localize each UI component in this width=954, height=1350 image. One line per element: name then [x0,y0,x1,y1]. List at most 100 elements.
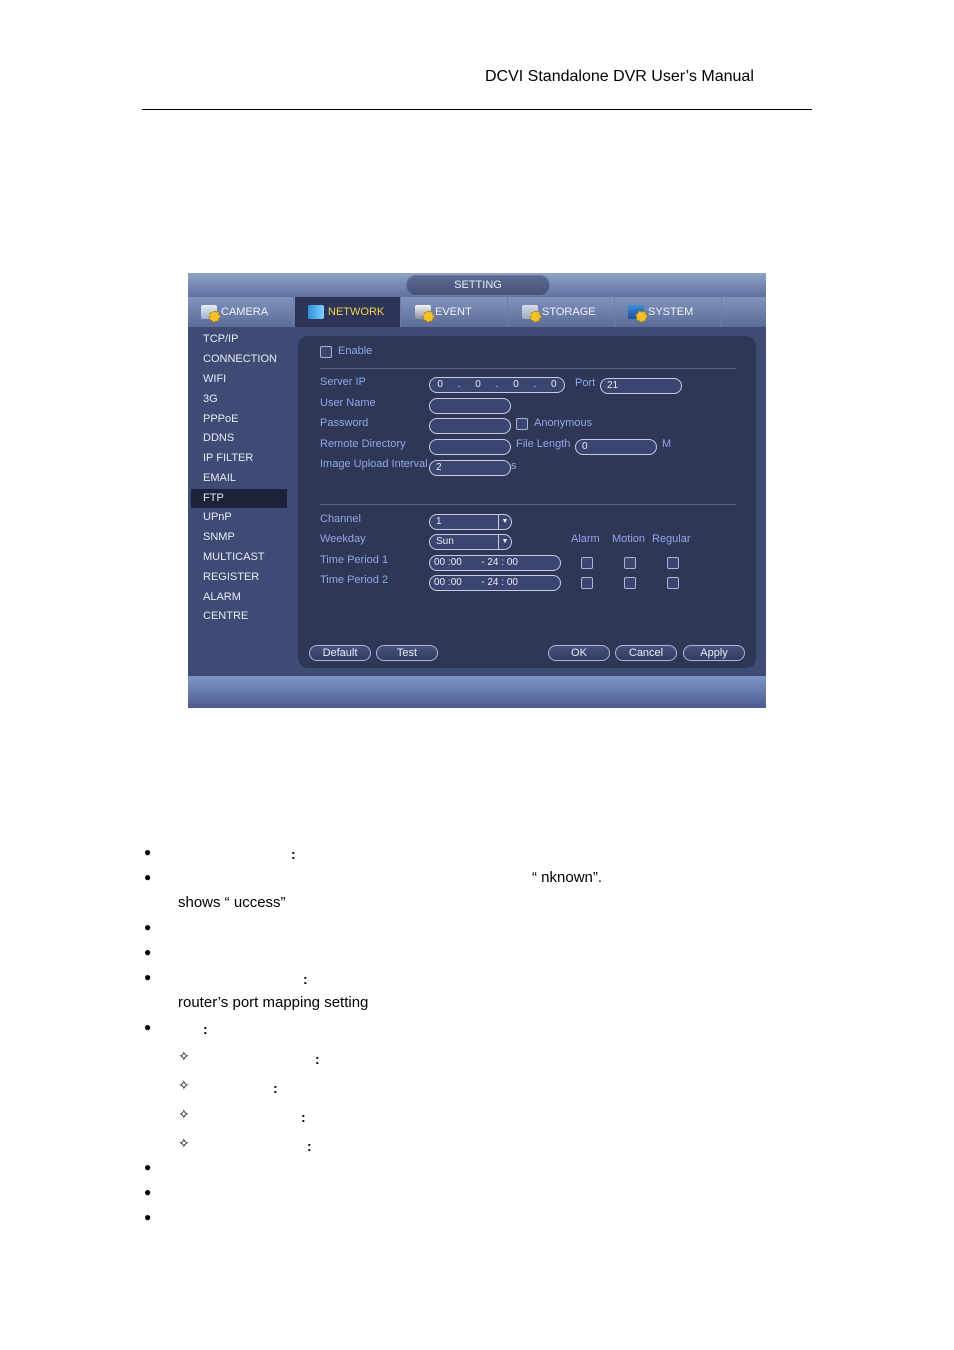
tab-system[interactable]: SYSTEM [616,297,722,327]
password-input[interactable] [429,418,511,434]
motion-column-header: Motion [612,533,646,545]
port-input[interactable]: 21 [600,378,682,394]
sidebar-item-tcpip[interactable]: TCP/IP [191,330,287,349]
weekday-label: Weekday [320,533,366,545]
remote-directory-input[interactable] [429,439,511,455]
server-ip-label: Server IP [320,376,366,388]
sub-bullet: ✧ [178,1048,190,1064]
chevron-down-icon: ▼ [498,515,511,529]
sidebar-item-ddns[interactable]: DDNS [191,429,287,448]
file-length-unit: M [662,438,672,450]
file-length-label: File Length [516,438,571,450]
bullet: ● [144,1210,152,1224]
sidebar-item-multicast[interactable]: MULTICAST [191,548,287,567]
user-name-label: User Name [320,397,376,409]
time-period-1-label: Time Period 1 [320,554,389,566]
anonymous-label: Anonymous [534,417,593,429]
time-period-1-input[interactable]: 00 :00 - 24 : 00 [429,555,561,571]
bullet: ● [144,1020,152,1034]
title-bar: SETTING [188,273,766,297]
sidebar-item-wifi[interactable]: WIFI [191,370,287,389]
ok-button[interactable]: OK [548,645,610,661]
weekday-dropdown[interactable]: Sun ▼ [429,534,512,550]
period-1-alarm-checkbox[interactable] [581,557,593,569]
test-button[interactable]: Test [376,645,438,661]
sidebar-item-snmp[interactable]: SNMP [191,528,287,547]
start-hour: 00 [434,557,446,568]
sidebar-item-ip-filter[interactable]: IP FILTER [191,449,287,468]
divider [320,504,736,505]
sub-bullet: ✧ [178,1135,190,1151]
sidebar-item-connection[interactable]: CONNECTION [191,350,287,369]
user-name-input[interactable] [429,398,511,414]
server-ip-input[interactable]: 0 . 0 . 0 . 0 [429,377,565,393]
time-period-2-label: Time Period 2 [320,574,389,586]
bullet: ● [144,1185,152,1199]
tab-camera[interactable]: CAMERA [188,297,294,327]
ip-separator: . [457,379,461,390]
regular-column-header: Regular [652,533,691,545]
apply-button[interactable]: Apply [683,645,745,661]
sidebar-item-3g[interactable]: 3G [191,390,287,409]
system-settings-icon [628,305,647,322]
cancel-button[interactable]: Cancel [615,645,677,661]
enable-checkbox[interactable] [320,346,332,358]
default-button[interactable]: Default [309,645,371,661]
period-1-regular-checkbox[interactable] [667,557,679,569]
bullet: ● [144,945,152,959]
sidebar-item-register[interactable]: REGISTER [191,568,287,587]
period-2-regular-checkbox[interactable] [667,577,679,589]
bullet: ● [144,970,152,984]
sidebar-item-upnp[interactable]: UPnP [191,508,287,527]
sidebar-item-pppoe[interactable]: PPPoE [191,410,287,429]
tab-storage[interactable]: STORAGE [509,297,615,327]
file-length-input[interactable]: 0 [575,439,657,455]
ip-separator: . [533,379,537,390]
period-1-motion-checkbox[interactable] [624,557,636,569]
colon: : [303,971,308,987]
sidebar-item-ftp[interactable]: FTP [191,489,287,508]
ip-octet: 0 [513,379,519,390]
period-2-alarm-checkbox[interactable] [581,577,593,589]
start-minute: 00 [450,557,462,568]
manual-header-title: DCVI Standalone DVR User’s Manual [485,68,754,85]
bullet: ● [144,920,152,934]
body-text: router’s port mapping setting [178,994,369,1011]
tab-label: EVENT [435,306,472,318]
image-upload-interval-input[interactable]: 2 [429,460,511,476]
tab-label: NETWORK [328,306,385,318]
enable-label: Enable [338,345,373,357]
sub-bullet: ✧ [178,1077,190,1093]
storage-settings-icon [522,305,541,322]
channel-dropdown[interactable]: 1 ▼ [429,514,512,530]
time-period-2-input[interactable]: 00 :00 - 24 : 00 [429,575,561,591]
body-text: shows “ uccess” [178,894,286,911]
remote-directory-label: Remote Directory [320,438,406,450]
sub-bullet: ✧ [178,1106,190,1122]
bullet: ● [144,845,152,859]
camera-settings-icon [201,305,220,322]
network-icon [308,305,324,319]
port-label: Port [575,377,596,389]
sidebar-item-alarm-centre[interactable]: ALARM CENTRE [191,588,287,622]
end-hour: 24 [487,577,499,588]
tab-label: CAMERA [221,306,269,318]
interval-unit: s [511,460,517,472]
body-text: “ nknown”. [532,869,603,886]
start-hour: 00 [434,577,446,588]
anonymous-checkbox[interactable] [516,418,528,430]
bullet: ● [144,1160,152,1174]
period-2-motion-checkbox[interactable] [624,577,636,589]
colon: : [307,1138,312,1154]
tab-event[interactable]: EVENT [402,297,508,327]
ip-octet: 0 [437,379,443,390]
channel-label: Channel [320,513,361,525]
window-title: SETTING [406,275,550,296]
ftp-settings-panel: Enable Server IP 0 . 0 . 0 . 0 Port 21 U… [298,336,756,668]
weekday-value: Sun [436,536,454,547]
ip-octet: 0 [475,379,481,390]
colon: : [203,1021,208,1037]
image-upload-interval-label: Image Upload Interval [320,458,428,470]
tab-network[interactable]: NETWORK [295,297,401,327]
sidebar-item-email[interactable]: EMAIL [191,469,287,488]
